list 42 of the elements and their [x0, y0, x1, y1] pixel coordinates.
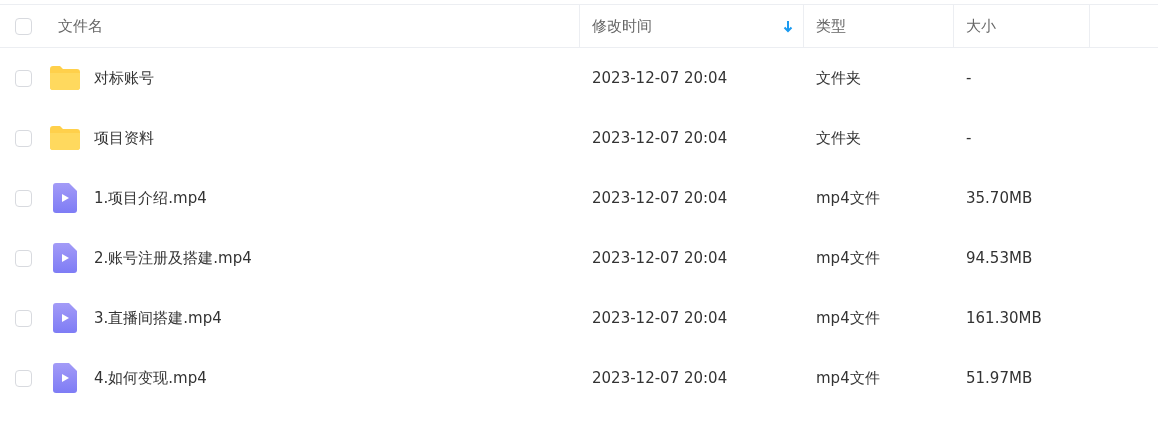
select-all-checkbox[interactable]	[14, 17, 32, 35]
video-file-icon	[53, 183, 77, 213]
file-type: 文件夹	[816, 68, 861, 87]
column-header[interactable]: 大小	[966, 16, 996, 36]
file-name[interactable]: 1.项目介绍.mp4	[94, 188, 207, 208]
file-name[interactable]: 3.直播间搭建.mp4	[94, 308, 222, 328]
file-type: mp4文件	[816, 188, 880, 207]
file-size: 51.97MB	[966, 369, 1033, 387]
row-checkbox[interactable]	[14, 309, 32, 327]
folder-icon	[50, 66, 80, 90]
modified-time: 2023-12-07 20:04	[592, 309, 728, 327]
video-file-icon	[53, 303, 77, 333]
file-type: mp4文件	[816, 308, 880, 327]
sort-descending-icon[interactable]	[783, 19, 793, 33]
file-name[interactable]: 4.如何变现.mp4	[94, 368, 207, 388]
modified-time: 2023-12-07 20:04	[592, 69, 728, 87]
file-size: 94.53MB	[966, 249, 1033, 267]
file-name[interactable]: 对标账号	[94, 68, 154, 88]
file-size: 35.70MB	[966, 189, 1033, 207]
column-header[interactable]: 文件名	[58, 16, 103, 36]
row-checkbox[interactable]	[14, 69, 32, 87]
file-type: 文件夹	[816, 128, 861, 147]
row-checkbox[interactable]	[14, 189, 32, 207]
file-type: mp4文件	[816, 248, 880, 267]
file-size: -	[966, 69, 972, 87]
modified-time: 2023-12-07 20:04	[592, 249, 728, 267]
row-checkbox[interactable]	[14, 249, 32, 267]
file-type: mp4文件	[816, 368, 880, 387]
row-checkbox[interactable]	[14, 129, 32, 147]
file-name[interactable]: 项目资料	[94, 128, 154, 148]
file-size: 161.30MB	[966, 309, 1042, 327]
modified-time: 2023-12-07 20:04	[592, 369, 728, 387]
column-header[interactable]: 修改时间	[592, 16, 652, 36]
video-file-icon	[53, 243, 77, 273]
video-file-icon	[53, 363, 77, 393]
row-checkbox[interactable]	[14, 369, 32, 387]
modified-time: 2023-12-07 20:04	[592, 129, 728, 147]
modified-time: 2023-12-07 20:04	[592, 189, 728, 207]
folder-icon	[50, 126, 80, 150]
file-size: -	[966, 129, 972, 147]
column-header[interactable]: 类型	[816, 16, 846, 36]
file-name[interactable]: 2.账号注册及搭建.mp4	[94, 248, 252, 268]
